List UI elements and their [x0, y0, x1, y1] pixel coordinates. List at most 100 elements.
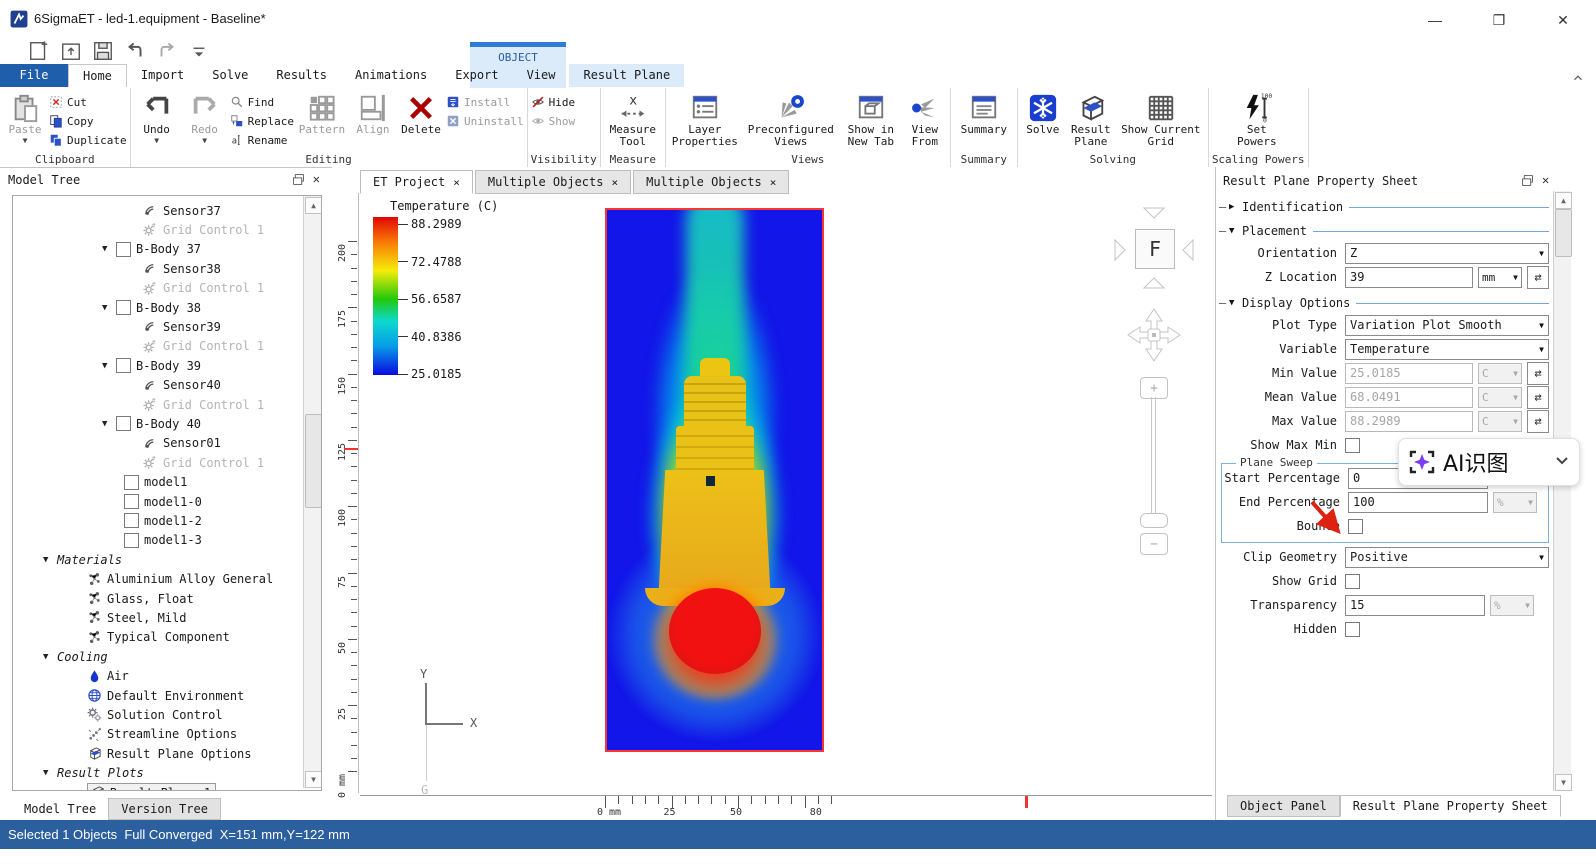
view-front-button[interactable]: F [1135, 229, 1175, 269]
qat-more-button[interactable] [188, 40, 210, 62]
tree-item-cooling[interactable]: ▼Cooling [43, 647, 108, 666]
bottom-tab-object-panel[interactable]: Object Panel [1227, 795, 1340, 817]
ribbon-button-preconfigured-views[interactable]: Preconfigured Views [743, 90, 839, 148]
section-placement[interactable]: –▼Placement [1219, 221, 1549, 241]
close-panel-icon[interactable]: ✕ [1542, 173, 1549, 187]
scroll-thumb[interactable] [305, 414, 322, 508]
ribbon-button-install[interactable]: Install [446, 94, 524, 110]
ribbon-button-set-powers[interactable]: 1000Set Powers [1212, 90, 1302, 148]
tree-item-grid-control-1[interactable]: #Grid Control 1 [143, 220, 264, 239]
ribbon-tab-result-plane[interactable]: Result Plane [569, 64, 684, 87]
tree-item-sensor37[interactable]: Sensor37 [143, 201, 221, 220]
tree-item-b-body-38[interactable]: ▼B-Body 38 [102, 298, 201, 317]
ai-recognize-badge[interactable]: AI识图 [1398, 438, 1580, 486]
sheet-scrollbar[interactable]: ▲ ▼ [1553, 191, 1571, 791]
max-value-input[interactable]: 88.2989 [1345, 411, 1473, 432]
qat-undo-small-button[interactable] [124, 40, 146, 62]
ribbon-button-result-plane[interactable]: Result Plane [1067, 90, 1115, 148]
transparency-input[interactable]: 15 [1345, 595, 1485, 616]
close-panel-icon[interactable]: ✕ [313, 172, 320, 186]
unit-select[interactable]: mm▼ [1478, 267, 1522, 288]
plot-type-select[interactable]: Variation Plot Smooth▼ [1345, 315, 1549, 336]
pan-control[interactable] [1124, 305, 1184, 365]
tree-item-result-plots[interactable]: ▼Result Plots [43, 764, 144, 783]
ribbon-tab-file[interactable]: File [0, 64, 68, 87]
close-button[interactable]: ✕ [1548, 8, 1578, 32]
bottom-tab-model-tree[interactable]: Model Tree [12, 799, 108, 819]
tree-item-grid-control-1[interactable]: #Grid Control 1 [143, 453, 264, 472]
section-identification[interactable]: –▶Identification [1219, 197, 1549, 217]
probe-point[interactable] [706, 476, 715, 486]
hidden-checkbox[interactable] [1345, 622, 1360, 637]
dropdown-caret-icon[interactable]: ▼ [202, 137, 207, 144]
tree-item-b-body-39[interactable]: ▼B-Body 39 [102, 356, 201, 375]
swap-units-button[interactable]: ⇄ [1527, 362, 1549, 385]
tree-item-materials[interactable]: ▼Materials [43, 550, 122, 569]
tree-item-model1-2[interactable]: model1-2 [124, 511, 202, 530]
ribbon-button-show-in-new-tab[interactable]: Show in New Tab [841, 90, 901, 148]
zoom-in-button[interactable]: + [1140, 377, 1168, 399]
dropdown-caret-icon[interactable]: ▼ [23, 137, 28, 144]
visibility-checkbox[interactable] [124, 533, 139, 548]
tree-item-air[interactable]: Air [87, 667, 129, 686]
float-panel-icon[interactable] [292, 172, 305, 186]
document-tab-et-project[interactable]: ET Project× [360, 170, 473, 194]
tree-item-sensor38[interactable]: Sensor38 [143, 259, 221, 278]
ribbon-button-replace[interactable]: Replace [230, 113, 294, 129]
ribbon-tab-home[interactable]: Home [68, 64, 127, 87]
mean-value-input[interactable]: 68.0491 [1345, 387, 1473, 408]
tree-scrollbar[interactable]: ▲ ▼ [303, 196, 321, 788]
rotate-down-icon[interactable] [1141, 205, 1167, 221]
dropdown-caret-icon[interactable]: ▼ [154, 137, 159, 144]
tree-item-default-environment[interactable]: Default Environment [87, 686, 244, 705]
ribbon-button-solve[interactable]: Solve [1021, 90, 1065, 136]
close-tab-icon[interactable]: × [611, 176, 618, 189]
ribbon-button-delete[interactable]: Delete [398, 90, 444, 136]
ribbon-button-paste[interactable]: Paste▼ [3, 90, 47, 144]
ribbon-button-find[interactable]: Find [230, 94, 294, 110]
swap-units-button[interactable]: ⇄ [1527, 266, 1549, 289]
scroll-up-icon[interactable]: ▲ [1555, 192, 1572, 209]
qat-save-button[interactable] [92, 40, 114, 62]
expand-arrow-icon[interactable]: ▼ [102, 361, 116, 371]
ribbon-button-view-from[interactable]: View From [903, 90, 947, 148]
visibility-checkbox[interactable] [116, 300, 131, 315]
scroll-up-icon[interactable]: ▲ [305, 197, 322, 214]
tree-item-grid-control-1[interactable]: #Grid Control 1 [143, 337, 264, 356]
ribbon-button-show-current-grid[interactable]: Show Current Grid [1117, 90, 1205, 148]
bottom-tab-result-plane-property-sheet[interactable]: Result Plane Property Sheet [1340, 795, 1561, 817]
visibility-checkbox[interactable] [116, 358, 131, 373]
rotate-left-icon[interactable] [1180, 237, 1196, 263]
document-tab-multiple-objects[interactable]: Multiple Objects× [475, 170, 631, 194]
tree-item-solution-control[interactable]: Solution Control [87, 705, 223, 724]
ribbon-button-align[interactable]: Align [350, 90, 396, 136]
ribbon-button-hide[interactable]: Hide [531, 94, 576, 110]
unit-select[interactable]: C▼ [1478, 411, 1522, 432]
visibility-checkbox[interactable] [116, 416, 131, 431]
clip-geometry-select[interactable]: Positive▼ [1345, 547, 1549, 568]
close-tab-icon[interactable]: × [770, 176, 777, 189]
tree-item-steel--mild[interactable]: Steel, Mild [87, 608, 186, 627]
unit-select[interactable]: C▼ [1478, 363, 1522, 384]
expand-arrow-icon[interactable]: ▼ [43, 768, 57, 778]
ribbon-tab-view[interactable]: View [513, 64, 570, 87]
ribbon-button-layer-properties[interactable]: Layer Properties [669, 90, 741, 148]
ribbon-button-rename[interactable]: aRename [230, 132, 294, 148]
expand-arrow-icon[interactable]: ▼ [102, 419, 116, 429]
document-tab-multiple-objects[interactable]: Multiple Objects× [633, 170, 789, 194]
min-value-input[interactable]: 25.0185 [1345, 363, 1473, 384]
ribbon-button-summary[interactable]: Summary [954, 90, 1014, 136]
unit-select[interactable]: C▼ [1478, 387, 1522, 408]
ribbon-button-duplicate[interactable]: Duplicate [49, 132, 127, 148]
unit-select[interactable]: %▼ [1493, 492, 1537, 513]
tree-item-b-body-40[interactable]: ▼B-Body 40 [102, 414, 201, 433]
minimize-button[interactable]: — [1420, 8, 1450, 32]
ribbon-button-uninstall[interactable]: Uninstall [446, 113, 524, 129]
ribbon-tab-export[interactable]: Export [441, 64, 512, 87]
ribbon-button-redo[interactable]: Redo▼ [182, 90, 228, 144]
tree-item-model1-0[interactable]: model1-0 [124, 492, 202, 511]
ribbon-button-measure-tool[interactable]: xMeasure Tool [604, 90, 662, 148]
visibility-checkbox[interactable] [124, 494, 139, 509]
end-percentage-input[interactable]: 100 [1348, 492, 1488, 513]
ribbon-tab-import[interactable]: Import [127, 64, 198, 87]
